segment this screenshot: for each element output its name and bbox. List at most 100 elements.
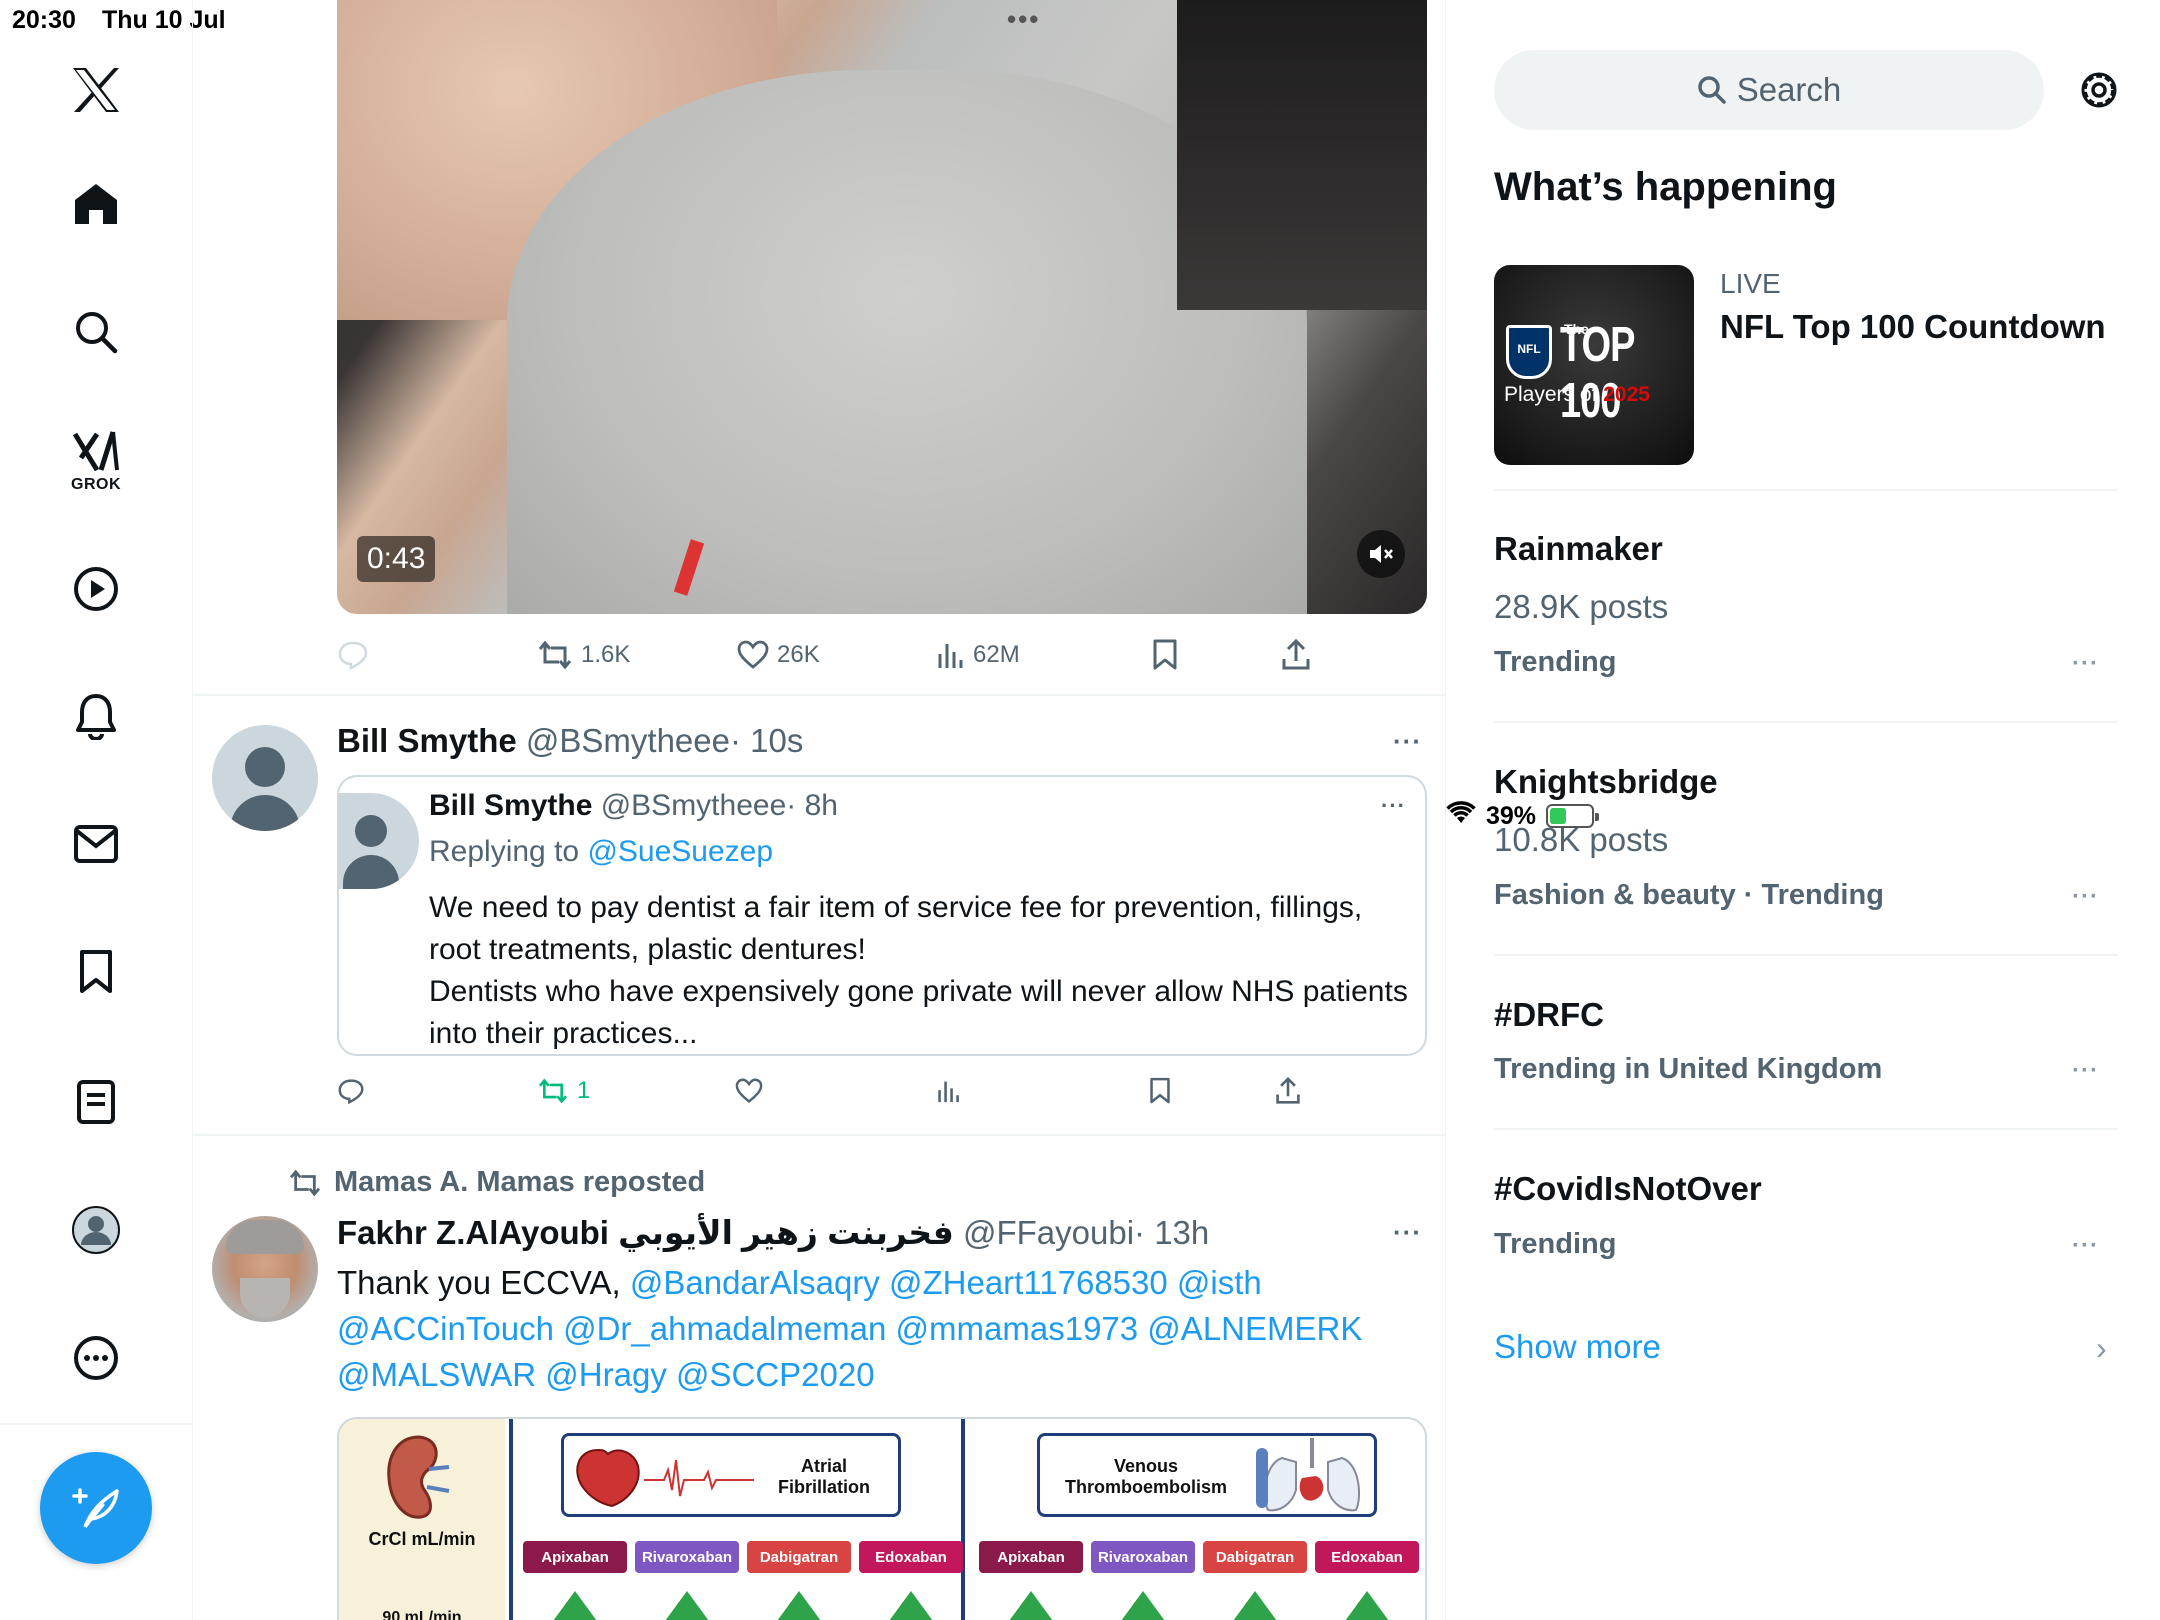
heart-ecg-icon xyxy=(576,1448,754,1508)
bookmark-icon xyxy=(1150,1077,1170,1104)
settings-gear-icon[interactable] xyxy=(2074,65,2124,115)
x-logo-icon[interactable] xyxy=(66,60,126,120)
share-button[interactable] xyxy=(1275,1066,1301,1116)
reposted-by: Mamas A. Mamas reposted xyxy=(334,1166,706,1198)
bookmark-icon xyxy=(1153,639,1177,670)
trend-name[interactable]: Knightsbridge xyxy=(1494,763,1718,801)
quoted-author-handle: @BSmytheee xyxy=(600,789,787,822)
live-title[interactable]: NFL Top 100 Countdown xyxy=(1720,308,2106,346)
up-arrow-icon xyxy=(1121,1591,1165,1620)
share-button[interactable] xyxy=(1281,630,1311,680)
views-count: 62M xyxy=(973,641,1020,668)
tweet-time: · 13h xyxy=(1134,1214,1210,1251)
like-button[interactable]: 26K xyxy=(737,630,820,680)
like-button[interactable] xyxy=(735,1066,763,1116)
views-icon xyxy=(938,1081,959,1103)
avatar[interactable] xyxy=(212,725,318,831)
search-icon xyxy=(1697,76,1726,104)
search-icon[interactable] xyxy=(66,302,126,362)
mention-links[interactable]: @MALSWAR @Hragy @SCCP2020 xyxy=(337,1352,1427,1398)
author-handle[interactable]: @FFayoubi xyxy=(963,1214,1134,1251)
grok-label: GROK xyxy=(71,476,121,493)
live-event-thumbnail[interactable]: NFL The TOP 100 Players of 2025 xyxy=(1494,265,1694,465)
heart-icon xyxy=(737,640,769,669)
trend-count: 10.8K posts xyxy=(1494,821,1669,858)
share-icon xyxy=(1282,639,1310,670)
mention-links[interactable]: @ACCinTouch @Dr_ahmadalmeman @mmamas1973… xyxy=(337,1306,1427,1352)
reply-button[interactable] xyxy=(337,630,377,680)
bookmarks-icon[interactable] xyxy=(66,942,126,1002)
notifications-icon[interactable] xyxy=(66,686,126,746)
trend-name[interactable]: #CovidIsNotOver xyxy=(1494,1170,1762,1208)
views-button[interactable]: 62M xyxy=(937,630,1020,680)
home-icon[interactable] xyxy=(66,174,126,234)
profile-icon[interactable] xyxy=(66,1200,126,1260)
trend-more-icon[interactable]: ··· xyxy=(2072,650,2099,678)
tweet-image[interactable]: CrCl mL/min 90 mL/min Atrial Fibrillatio… xyxy=(337,1417,1427,1620)
trend-context: Trending in United Kingdom xyxy=(1494,1053,1883,1085)
video-duration: 0:43 xyxy=(357,536,436,582)
bookmark-button[interactable] xyxy=(1152,630,1178,680)
mention-links[interactable]: @BandarAlsaqry @ZHeart11768530 @isth xyxy=(630,1264,1262,1301)
video-more-icon[interactable]: ••• xyxy=(1007,4,1040,35)
nfl-logo: NFL xyxy=(1506,325,1552,379)
quoted-time: · 8h xyxy=(786,789,838,822)
crcl-label: CrCl mL/min xyxy=(368,1529,476,1549)
quoted-text: We need to pay dentist a fair item of se… xyxy=(429,887,1409,1054)
messages-icon[interactable] xyxy=(66,814,126,874)
trend-name[interactable]: #DRFC xyxy=(1494,996,1604,1034)
show-more-link[interactable]: Show more xyxy=(1494,1328,1661,1366)
author-handle[interactable]: @BSmytheee xyxy=(526,722,730,759)
reply-button[interactable] xyxy=(337,1066,365,1116)
replying-to: Replying to @SueSuezep xyxy=(429,835,773,869)
replying-to-handle[interactable]: @SueSuezep xyxy=(587,835,773,868)
share-icon xyxy=(1276,1077,1300,1104)
trend-context: Trending xyxy=(1494,646,1617,678)
repost-icon xyxy=(538,640,572,670)
repost-button[interactable]: 1 xyxy=(537,1066,590,1116)
author-name[interactable]: Bill Smythe xyxy=(337,722,517,759)
drug-chip-edoxaban: Edoxaban xyxy=(1315,1541,1419,1573)
lists-icon[interactable] xyxy=(66,1072,126,1132)
trend-name[interactable]: Rainmaker xyxy=(1494,530,1663,568)
trend-divider xyxy=(1494,489,2118,491)
trend-more-icon[interactable]: ··· xyxy=(2072,1232,2099,1260)
more-icon[interactable] xyxy=(66,1328,126,1388)
drug-chip-dabigatran: Dabigatran xyxy=(1203,1541,1307,1573)
tweet-more-icon[interactable]: ··· xyxy=(1393,726,1422,757)
quoted-text-line: Dentists who have expensively gone priva… xyxy=(429,975,1408,1050)
trend-count: 28.9K posts xyxy=(1494,588,1669,625)
tweet-intro: Thank you ECCVA, xyxy=(337,1264,621,1301)
mute-icon[interactable] xyxy=(1357,530,1405,578)
search-input[interactable]: Search xyxy=(1494,50,2044,130)
tweet-more-icon[interactable]: ··· xyxy=(1393,1217,1422,1248)
video-icon[interactable] xyxy=(66,559,126,619)
quoted-avatar xyxy=(339,793,419,889)
repost-count: 1 xyxy=(577,1077,591,1104)
chevron-right-icon[interactable]: › xyxy=(2096,1330,2107,1367)
tweet-video[interactable]: ••• 0:43 xyxy=(337,0,1427,614)
quoted-tweet[interactable]: Bill Smythe @BSmytheee· 8h ··· Replying … xyxy=(337,775,1427,1056)
trend-more-icon[interactable]: ··· xyxy=(2072,883,2099,911)
drug-chip-apixaban: Apixaban xyxy=(979,1541,1083,1573)
nav-divider xyxy=(0,1423,193,1425)
quoted-header: Bill Smythe @BSmytheee· 8h xyxy=(429,789,838,823)
like-count: 26K xyxy=(777,641,820,668)
drug-chip-rivaroxaban: Rivaroxaban xyxy=(635,1541,739,1573)
repost-context[interactable]: Mamas A. Mamas reposted xyxy=(288,1166,705,1199)
vte-title: Venous Thromboembolism xyxy=(1064,1456,1227,1497)
tweet-header: Bill Smythe @BSmytheee· 10s xyxy=(337,722,803,760)
avatar[interactable] xyxy=(212,1216,318,1322)
views-button[interactable] xyxy=(937,1066,961,1116)
trend-divider xyxy=(1494,1128,2118,1130)
repost-button[interactable]: 1.6K xyxy=(537,630,630,680)
author-name[interactable]: Fakhr Z.AlAyoubi فخربنت زهير الأيوبي xyxy=(337,1214,954,1251)
grok-icon[interactable]: GROK xyxy=(66,424,126,504)
trend-more-icon[interactable]: ··· xyxy=(2072,1057,2099,1085)
bookmark-button[interactable] xyxy=(1149,1066,1171,1116)
repost-count: 1.6K xyxy=(581,641,631,668)
quoted-more-icon[interactable]: ··· xyxy=(1381,793,1406,819)
quoted-text-line: We need to pay dentist a fair item of se… xyxy=(429,891,1363,966)
reply-icon xyxy=(338,1079,364,1104)
compose-button[interactable] xyxy=(40,1452,152,1564)
